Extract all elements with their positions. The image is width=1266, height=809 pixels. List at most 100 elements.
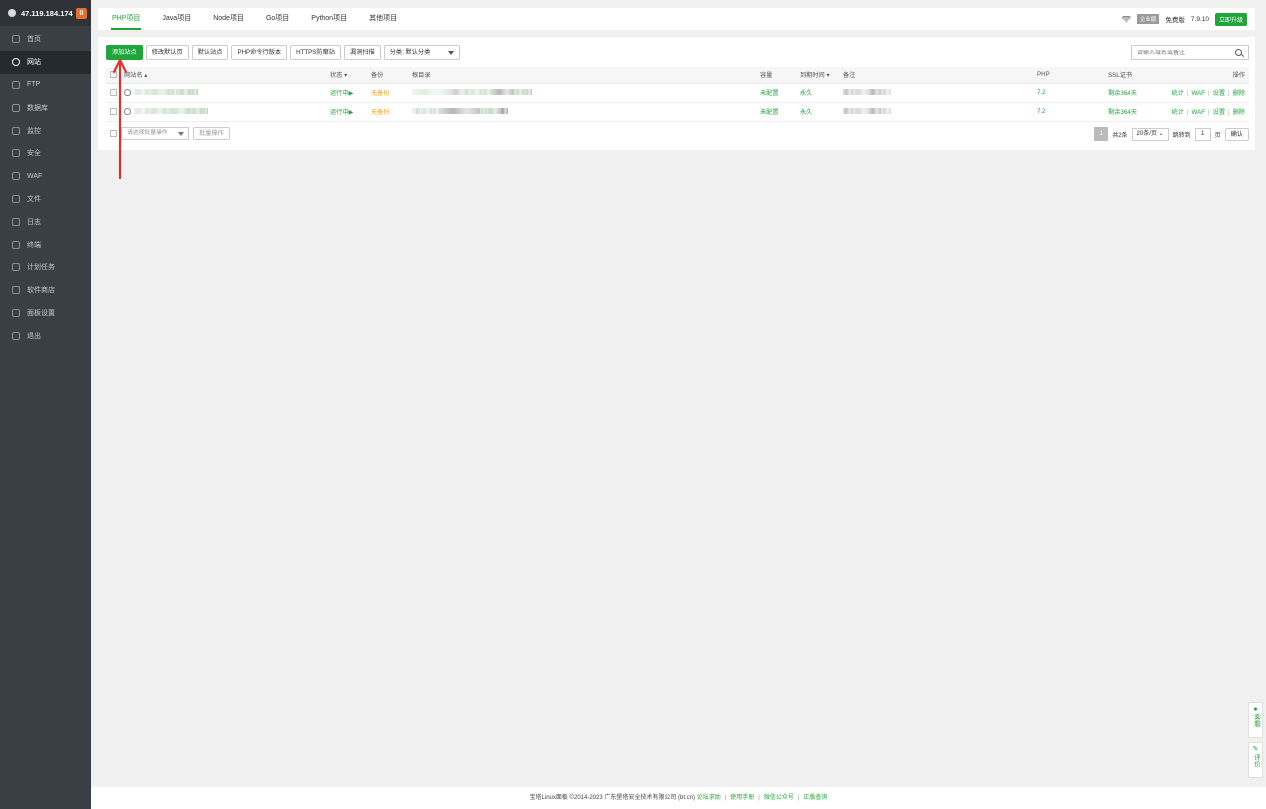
waf-icon xyxy=(12,172,20,181)
tab-3[interactable]: Go项目 xyxy=(255,8,300,30)
site-panel: 添加站点 修改默认页 默认站点 PHP命令行版本 HTTPS防窜站 漏洞扫描 分… xyxy=(98,37,1255,150)
sidebar-item-8[interactable]: 日志 xyxy=(0,210,91,233)
capacity-cell[interactable]: 未配置 xyxy=(760,102,800,122)
table-row[interactable]: 运行中▶ 无备份 未配置 永久 7.2 剩余364天 统计 | WAF | 设置 | 删除 xyxy=(106,83,1249,103)
sidebar-item-label: WAF xyxy=(27,172,43,180)
batch-operate-button[interactable]: 批量操作 xyxy=(193,127,230,140)
total-count: 共2条 xyxy=(1112,132,1128,139)
per-page-select[interactable]: 20条/页 ⌄ xyxy=(1131,127,1169,141)
search-input[interactable] xyxy=(1137,49,1237,56)
footer-link-3[interactable]: 正版查询 xyxy=(803,795,827,801)
monitor-icon xyxy=(12,126,20,135)
site-search[interactable] xyxy=(1131,45,1249,60)
goto-confirm-button[interactable]: 确认 xyxy=(1224,127,1249,141)
sidebar-item-5[interactable]: 安全 xyxy=(0,142,91,165)
footer-link-1[interactable]: 使用手册 xyxy=(730,795,754,801)
tab-4[interactable]: Python项目 xyxy=(300,8,358,30)
col-ssl: SSL证书 xyxy=(1108,67,1169,84)
footer-link-0[interactable]: 论坛求助 xyxy=(697,795,721,801)
col-actions: 操作 xyxy=(1169,67,1249,84)
status-cell[interactable]: 运行中▶ xyxy=(330,83,371,103)
delete-link[interactable]: 删除 xyxy=(1233,90,1245,97)
sidebar-item-12[interactable]: 面板设置 xyxy=(0,302,91,325)
sidebar-item-1[interactable]: 网站 xyxy=(0,50,91,74)
col-status[interactable]: 状态 ▾ xyxy=(330,67,371,84)
terminal-icon xyxy=(12,240,20,249)
sidebar-item-label: 数据库 xyxy=(27,104,48,112)
goto-page-input[interactable]: 1 xyxy=(1194,127,1211,141)
pagination: 1 共2条 20条/页 ⌄ 跳转到 1 页 确认 xyxy=(1094,127,1249,141)
sidebar-item-11[interactable]: 软件商店 xyxy=(0,279,91,302)
stats-link[interactable]: 统计 xyxy=(1172,109,1184,116)
batch-select[interactable]: 请选择批量操作 xyxy=(121,127,189,140)
table-row[interactable]: 运行中▶ 无备份 未配置 永久 7.2 剩余364天 统计 | WAF | 设置 | 删除 xyxy=(106,102,1249,122)
diamond-icon xyxy=(1121,15,1131,23)
https-anti-hijack-button[interactable]: HTTPS防窜站 xyxy=(290,45,341,60)
settings-link[interactable]: 设置 xyxy=(1213,109,1225,116)
php-cli-version-button[interactable]: PHP命令行版本 xyxy=(231,45,288,60)
php-version-cell[interactable]: 7.2 xyxy=(1037,83,1108,103)
ssl-cell[interactable]: 剩余364天 xyxy=(1108,102,1169,122)
backup-cell[interactable]: 无备份 xyxy=(371,102,412,122)
root-dir-cell[interactable] xyxy=(412,83,760,103)
vuln-scan-button[interactable]: 漏洞扫描 xyxy=(343,45,381,60)
delete-link[interactable]: 删除 xyxy=(1233,109,1245,116)
log-icon xyxy=(12,217,20,226)
sidebar-item-4[interactable]: 监控 xyxy=(0,119,91,142)
php-version-cell[interactable]: 7.2 xyxy=(1037,102,1108,122)
upgrade-button[interactable]: 立即升级 xyxy=(1214,12,1247,26)
ftp-icon xyxy=(12,80,20,89)
capacity-cell[interactable]: 未配置 xyxy=(760,83,800,103)
col-php: PHP xyxy=(1037,67,1108,84)
copyright-text: 宝塔Linux面板 ©2014-2023 广东堡塔安全技术有限公司 (bt.cn… xyxy=(529,795,696,801)
sidebar-menu: 首页网站 FTP 数据库监控 安全 WAF 文件日志终端 计划任务 软件商店 面板设置退出 xyxy=(0,28,91,347)
expire-cell[interactable]: 永久 xyxy=(800,83,843,103)
tab-0[interactable]: PHP项目 xyxy=(101,8,151,30)
sidebar-item-3[interactable]: 数据库 xyxy=(0,96,91,119)
sidebar-item-2[interactable]: FTP xyxy=(0,74,91,97)
edit-default-page-button[interactable]: 修改默认页 xyxy=(145,45,189,60)
site-table: 网站名 ▴ 状态 ▾ 备份 根目录 容量 到期时间 ▾ 备注 PHP SSL证书… xyxy=(106,67,1249,122)
remark-cell[interactable] xyxy=(843,83,1037,103)
status-cell[interactable]: 运行中▶ xyxy=(330,102,371,122)
sidebar-item-9[interactable]: 终端 xyxy=(0,233,91,256)
sidebar-item-label: 退出 xyxy=(27,332,41,340)
waf-link[interactable]: WAF xyxy=(1192,90,1206,97)
tab-5[interactable]: 其他项目 xyxy=(358,8,408,30)
site-name-cell[interactable] xyxy=(124,102,330,122)
tab-2[interactable]: Node项目 xyxy=(202,8,255,30)
customer-service-button[interactable]: ● 客服 xyxy=(1248,702,1263,738)
col-expire[interactable]: 到期时间 ▾ xyxy=(800,67,843,84)
home-icon xyxy=(12,35,20,44)
remark-cell[interactable] xyxy=(843,102,1037,122)
stats-link[interactable]: 统计 xyxy=(1172,90,1184,97)
waf-link[interactable]: WAF xyxy=(1192,109,1206,116)
sidebar-item-label: 日志 xyxy=(27,218,41,226)
page-unit-label: 页 xyxy=(1214,132,1221,139)
search-icon[interactable] xyxy=(1235,49,1242,56)
notification-badge[interactable]: 0 xyxy=(76,7,87,19)
sidebar-item-10[interactable]: 计划任务 xyxy=(0,256,91,279)
ssl-cell[interactable]: 剩余364天 xyxy=(1108,83,1169,103)
sidebar-item-label: 网站 xyxy=(27,59,41,67)
site-name-cell[interactable] xyxy=(124,83,330,103)
sidebar-item-13[interactable]: 退出 xyxy=(0,324,91,347)
enterprise-badge[interactable]: 企业版 xyxy=(1136,14,1160,24)
col-site-name[interactable]: 网站名 ▴ xyxy=(124,67,330,84)
backup-cell[interactable]: 无备份 xyxy=(371,83,412,103)
category-select[interactable]: 分类: 默认分类 xyxy=(383,45,461,60)
grid-icon xyxy=(12,286,20,295)
root-dir-cell[interactable] xyxy=(412,102,760,122)
footer-link-2[interactable]: 微信公众号 xyxy=(764,795,794,801)
page-number[interactable]: 1 xyxy=(1094,127,1109,141)
sidebar-item-0[interactable]: 首页 xyxy=(0,28,91,51)
tab-1[interactable]: Java项目 xyxy=(151,8,202,30)
settings-link[interactable]: 设置 xyxy=(1213,90,1225,97)
calendar-icon xyxy=(12,263,20,272)
feedback-button[interactable]: ✎ 评价 xyxy=(1248,742,1263,778)
sidebar-item-7[interactable]: 文件 xyxy=(0,188,91,211)
default-site-button[interactable]: 默认站点 xyxy=(191,45,229,60)
goto-label: 跳转到 xyxy=(1172,132,1191,139)
sidebar-item-6[interactable]: WAF xyxy=(0,165,91,188)
expire-cell[interactable]: 永久 xyxy=(800,102,843,122)
